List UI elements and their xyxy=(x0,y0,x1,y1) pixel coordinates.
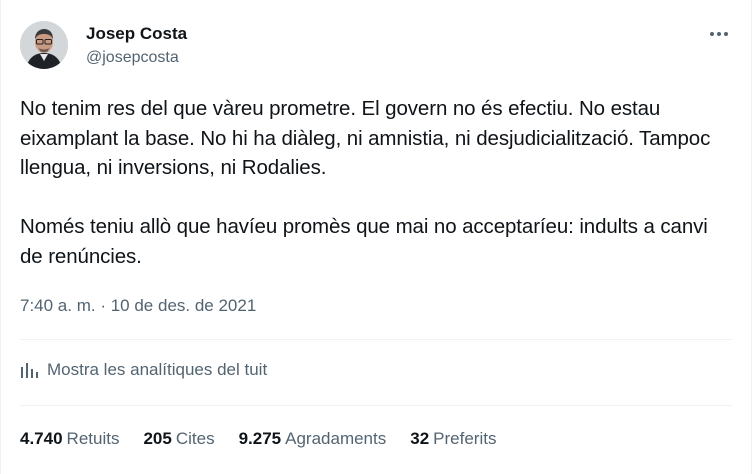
tweet-stats: 4.740 Retuits 205 Cites 9.275 Agradaments 3… xyxy=(20,427,520,451)
timestamp-separator: · xyxy=(95,296,111,315)
stat-bookmarks-label: Preferits xyxy=(433,429,497,448)
tweet-date: 10 de des. de 2021 xyxy=(110,296,257,315)
stat-bookmarks[interactable]: 32 Preferits xyxy=(410,427,496,451)
tweet-card: Josep Costa @josepcosta No tenim res del… xyxy=(0,0,752,474)
tweet-header: Josep Costa @josepcosta xyxy=(20,21,732,73)
tweet-paragraph-2: Només teniu allò que havíeu promès que m… xyxy=(20,215,708,268)
tweet-text: No tenim res del que vàreu prometre. El … xyxy=(20,94,730,271)
author-handle[interactable]: @josepcosta xyxy=(86,47,187,69)
stat-retweets-count: 4.740 xyxy=(20,429,63,448)
tweet-time-link[interactable]: 7:40 a. m. · 10 de des. de 2021 xyxy=(20,296,256,315)
stat-retweets[interactable]: 4.740 Retuits xyxy=(20,427,119,451)
stat-likes-label: Agradaments xyxy=(285,429,387,448)
avatar-photo xyxy=(20,21,68,69)
tweet-timestamp: 7:40 a. m. · 10 de des. de 2021 xyxy=(20,294,256,318)
tweet-paragraph-1: No tenim res del que vàreu prometre. El … xyxy=(20,97,711,179)
stat-likes[interactable]: 9.275 Agradaments xyxy=(239,427,387,451)
divider-bottom xyxy=(20,405,732,406)
author-display-name[interactable]: Josep Costa xyxy=(86,23,187,45)
stat-retweets-label: Retuits xyxy=(66,429,120,448)
stat-quotes-label: Cites xyxy=(175,429,215,448)
more-options-button[interactable] xyxy=(702,21,736,47)
analytics-button[interactable]: Mostra les analítiques del tuit xyxy=(20,360,267,380)
avatar[interactable] xyxy=(20,21,68,69)
analytics-label: Mostra les analítiques del tuit xyxy=(47,360,268,379)
more-icon xyxy=(710,32,728,36)
analytics-icon xyxy=(21,363,38,378)
author-names: Josep Costa @josepcosta xyxy=(86,23,187,69)
stat-likes-count: 9.275 xyxy=(238,429,282,448)
stat-bookmarks-count: 32 xyxy=(410,429,430,448)
stat-quotes[interactable]: 205 Cites xyxy=(143,427,214,451)
tweet-time: 7:40 a. m. xyxy=(20,296,96,315)
stat-quotes-count: 205 xyxy=(143,429,172,448)
divider-top xyxy=(20,339,732,340)
